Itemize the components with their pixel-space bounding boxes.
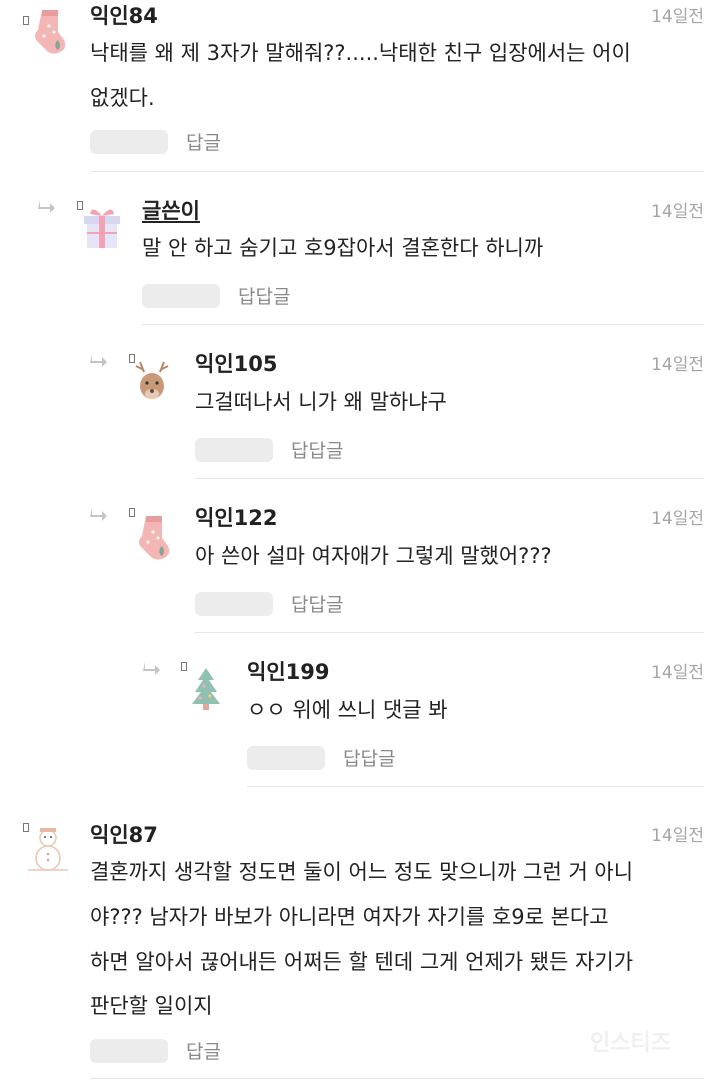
sock-icon xyxy=(139,516,170,560)
comment-text-line: 야??? 남자가 바보가 아니라면 여자가 자기를 호9로 본다고 xyxy=(90,905,609,929)
comment-time: 14일전 xyxy=(651,509,704,529)
comment-text-line: 결혼까지 생각할 정도면 둘이 어느 정도 맞으니까 그런 거 아니 xyxy=(90,860,634,884)
reply-button[interactable]: 답글 xyxy=(186,128,221,155)
comment-author[interactable]: 익인105 xyxy=(195,348,277,378)
like-count-pill[interactable] xyxy=(142,284,220,308)
reply-arrow-icon xyxy=(90,508,107,521)
comment-author[interactable]: 익인122 xyxy=(195,502,277,532)
reply-button[interactable]: 답글 xyxy=(186,1037,221,1064)
divider xyxy=(90,1078,704,1079)
watermark: 인스티즈 xyxy=(590,1031,671,1056)
divider xyxy=(247,786,704,787)
comment-text-line: 그걸떠나서 니가 왜 말하냐구 xyxy=(195,390,447,414)
divider xyxy=(90,171,704,172)
reply-button[interactable]: 답답글 xyxy=(291,590,343,617)
comment-text-line: 하면 알아서 끊어내든 어쩌든 할 텐데 그게 언제가 됐든 자기가 xyxy=(90,950,634,974)
reindeer-icon xyxy=(135,361,169,399)
like-count-pill[interactable] xyxy=(90,130,168,154)
comment-text-line: ㅇㅇ 위에 쓰니 댓글 봐 xyxy=(247,698,448,722)
comment-time: 14일전 xyxy=(651,202,704,222)
reply-button[interactable]: 답답글 xyxy=(238,282,290,309)
comment-author[interactable]: 익인199 xyxy=(247,656,329,686)
snowman-icon xyxy=(28,828,68,871)
comment-author[interactable]: 익인84 xyxy=(90,0,158,30)
comment-author[interactable]: 글쓴이 xyxy=(142,195,200,225)
comment-time: 14일전 xyxy=(651,355,704,375)
comment-text-line: 없겠다. xyxy=(90,86,155,110)
reply-arrow-icon xyxy=(143,662,160,675)
gift-box-icon xyxy=(84,209,120,248)
comment-text-line: 말 안 하고 숨기고 호9잡아서 결혼한다 하니까 xyxy=(142,236,544,260)
reply-arrow-icon xyxy=(90,354,107,367)
comment-text-line: 낙태를 왜 제 3자가 말해줘??.....낙태한 친구 입장에서는 어이 xyxy=(90,41,631,65)
like-count-pill[interactable] xyxy=(195,592,273,616)
like-count-pill[interactable] xyxy=(90,1039,168,1063)
like-count-pill[interactable] xyxy=(195,438,273,462)
comment-time: 14일전 xyxy=(651,663,704,683)
comment-time: 14일전 xyxy=(651,826,704,846)
reply-button[interactable]: 답답글 xyxy=(291,436,343,463)
like-count-pill[interactable] xyxy=(247,746,325,770)
divider xyxy=(195,632,704,633)
reply-arrow-icon xyxy=(38,200,55,213)
comment-text-line: 판단할 일이지 xyxy=(90,994,213,1018)
comment-time: 14일전 xyxy=(651,7,704,27)
divider xyxy=(195,478,704,479)
comment-text-line: 아 쓴아 설마 여자애가 그렇게 말했어??? xyxy=(195,544,552,568)
divider xyxy=(142,324,704,325)
comment-author[interactable]: 익인87 xyxy=(90,819,158,849)
reply-button[interactable]: 답답글 xyxy=(343,744,395,771)
christmas-tree-icon xyxy=(192,668,220,710)
sock-icon xyxy=(35,10,66,54)
